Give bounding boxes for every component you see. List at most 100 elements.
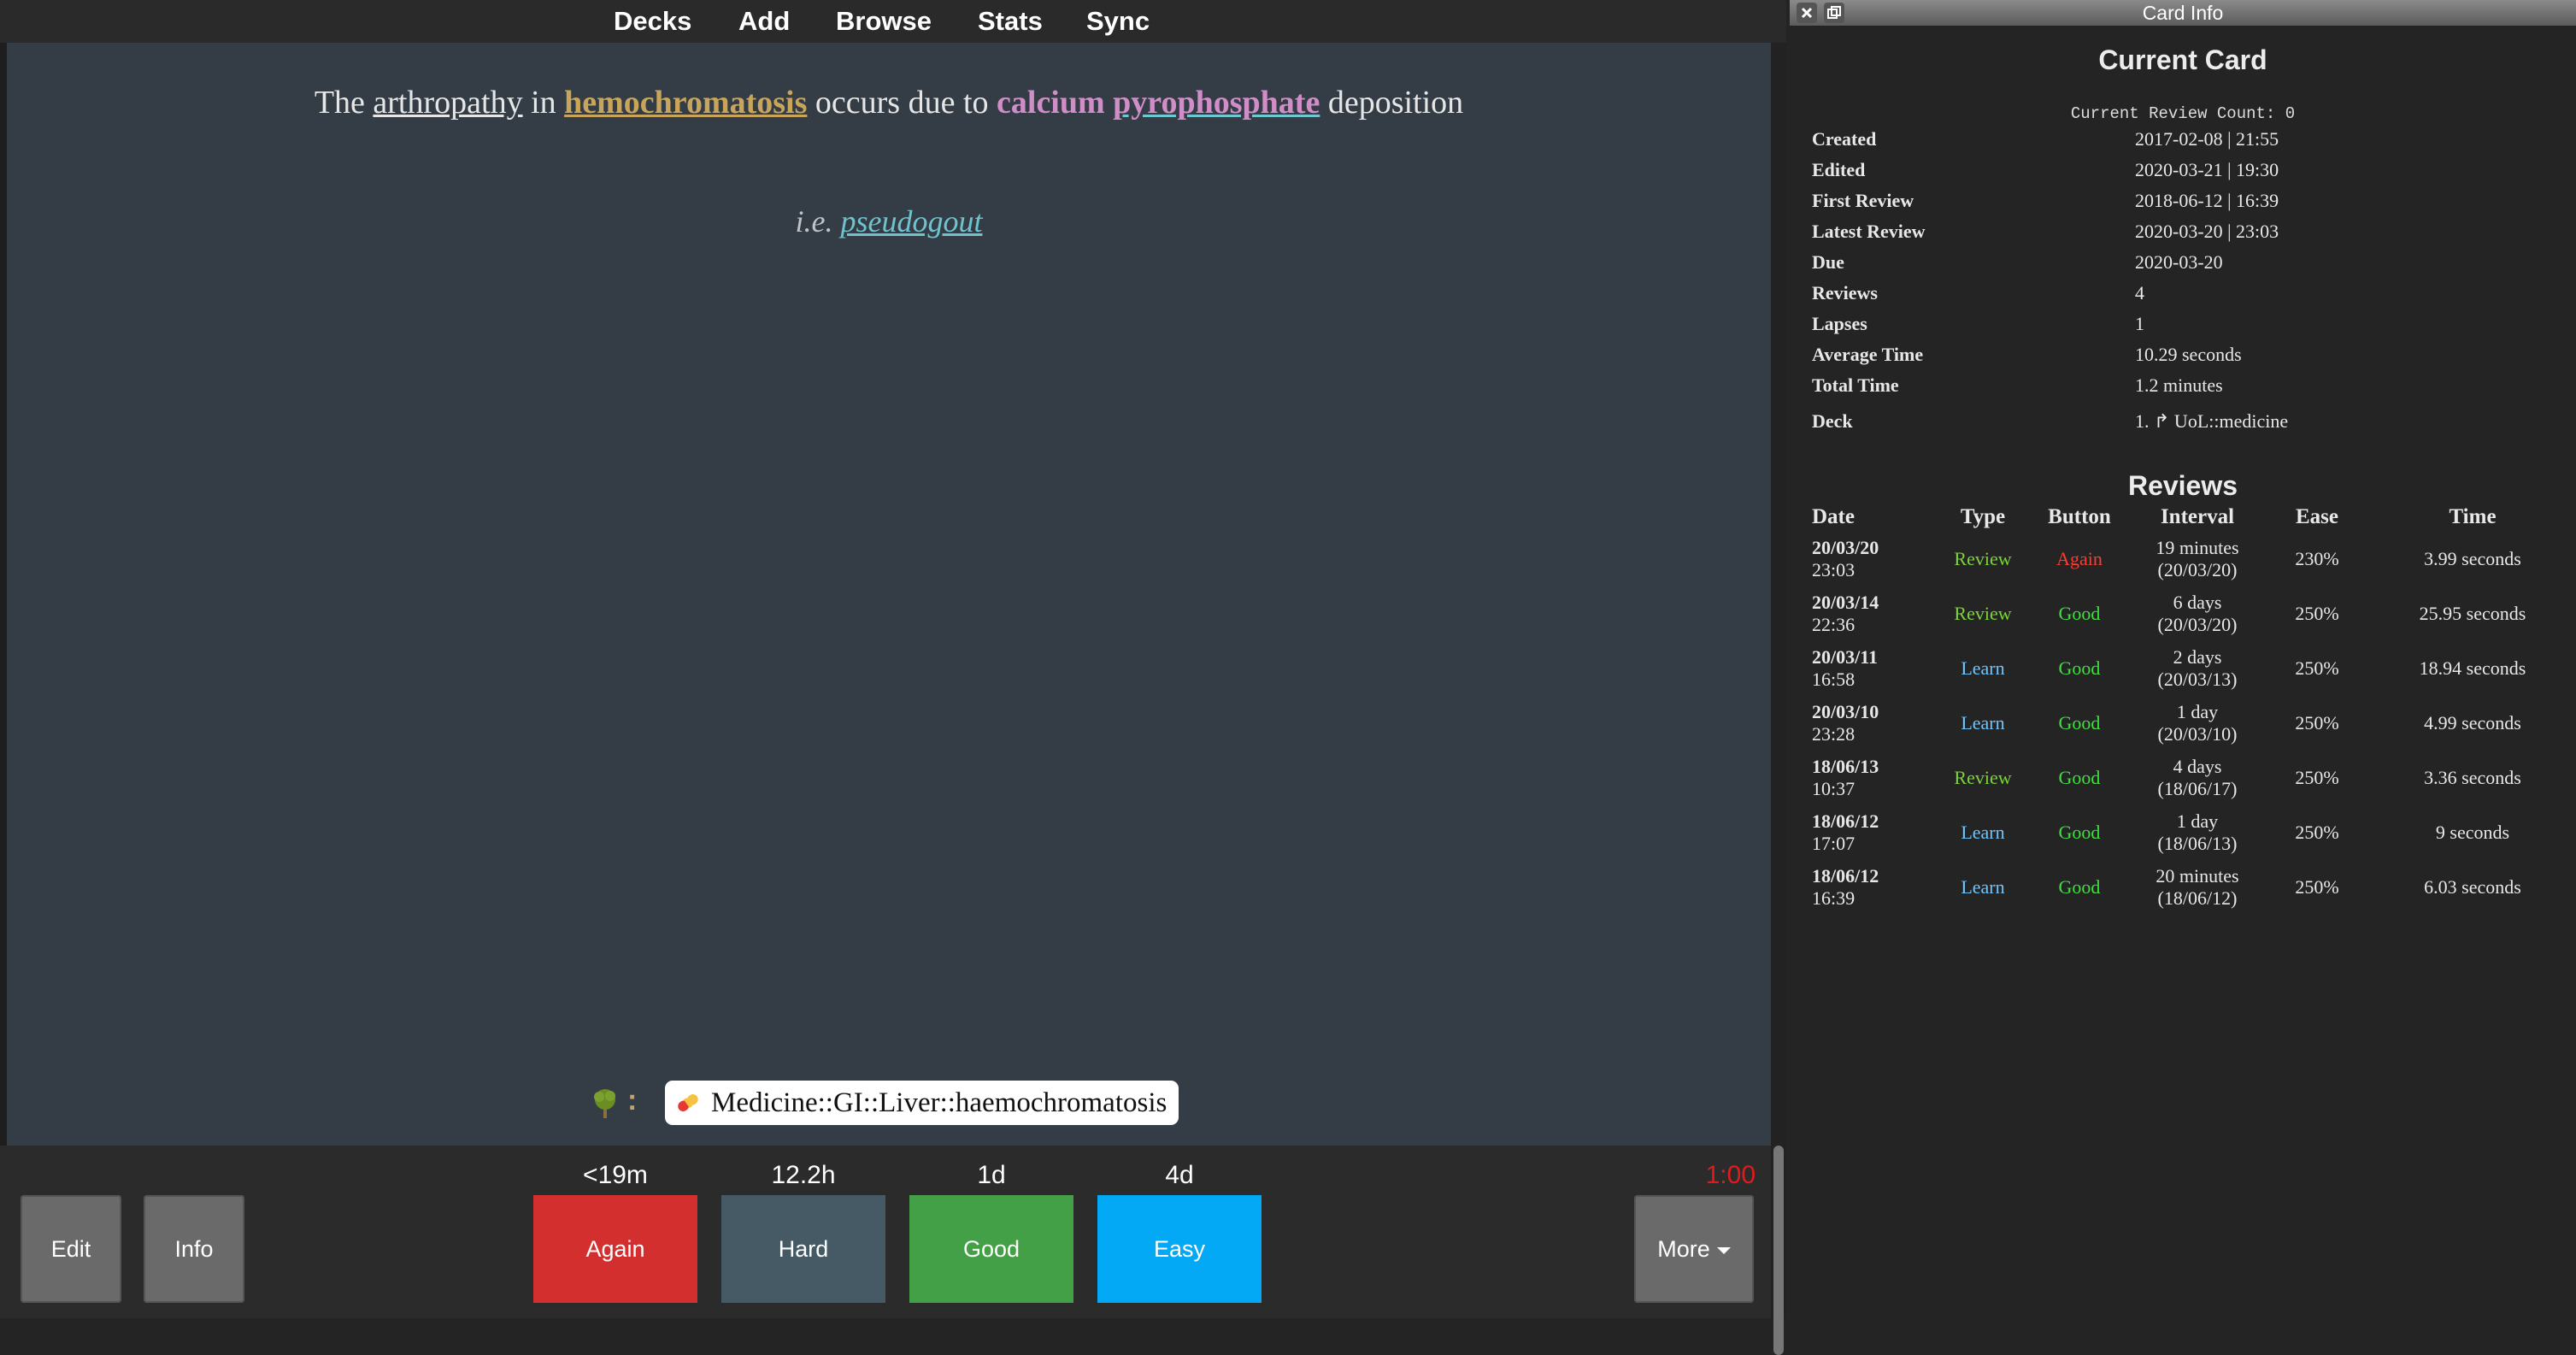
cell-type: Learn: [1961, 822, 2005, 843]
answer-bar: Edit Info <19m 12.2h 1d 4d Again Hard Go…: [0, 1146, 1786, 1318]
col-button: Button: [2048, 505, 2111, 528]
app-root: Decks Add Browse Stats Sync The arthropa…: [0, 0, 2576, 1355]
easy-interval: 4d: [1165, 1161, 1194, 1189]
cell-ease: 250%: [2295, 767, 2339, 788]
review-count: Current Review Count: 0: [2070, 104, 2296, 123]
hard-interval: 12.2h: [771, 1161, 836, 1189]
cell-ease: 250%: [2295, 712, 2339, 733]
panel-titlebar: Card Info: [1790, 0, 2576, 26]
info-label: Reviews: [1812, 282, 1878, 303]
more-button[interactable]: More: [1634, 1195, 1754, 1303]
cell-date: 18/06/13 10:37: [1812, 751, 1940, 805]
term-hemochromatosis: hemochromatosis: [564, 85, 808, 121]
interval-text: 1 day: [2176, 810, 2219, 832]
info-row: Edited 2020-03-21 | 19:30: [1812, 159, 2564, 188]
hard-button[interactable]: Hard: [721, 1195, 885, 1303]
interval-text: 19 minutes: [2155, 537, 2239, 558]
info-row: Deck 1. ↱ UoL::medicine: [1812, 410, 2564, 439]
cell-time: 3.99 seconds: [2424, 548, 2521, 569]
cell-button: Good: [2058, 712, 2101, 733]
info-label: First Review: [1812, 190, 1914, 211]
again-interval: <19m: [583, 1161, 648, 1189]
info-label: Lapses: [1812, 313, 1867, 334]
info-value: 2018-06-12 | 16:39: [2135, 190, 2279, 211]
reviews-body: 20/03/20 23:03 Review Again 19 minutes (20/03…: [1812, 532, 2573, 915]
info-label: Edited: [1812, 159, 1866, 180]
cell-interval: 1 day (20/03/10): [2133, 696, 2261, 751]
extra-prefix: i.e.: [795, 204, 833, 239]
deck-value[interactable]: 1. ↱ UoL::medicine: [2135, 410, 2288, 433]
scrollbar-thumb[interactable]: [1773, 1146, 1784, 1355]
easy-button[interactable]: Easy: [1097, 1195, 1262, 1303]
info-label: Total Time: [1812, 374, 1899, 396]
interval-text: 4 days: [2173, 756, 2222, 777]
nav-stats[interactable]: Stats: [978, 3, 1043, 39]
tag-chip[interactable]: Medicine::GI::Liver::haemochromatosis: [665, 1081, 1179, 1125]
card-area: The arthropathy in hemochromatosis occur…: [7, 43, 1771, 1146]
table-row: 20/03/10 23:28 Learn Good 1 day (20/03/10) 250…: [1812, 696, 2573, 751]
cell-button: Good: [2058, 603, 2101, 624]
info-value: 2017-02-08 | 21:55: [2135, 128, 2279, 150]
cell-type: Learn: [1961, 876, 2005, 898]
table-header: Date Type Button Interval Ease Time: [1812, 503, 2573, 532]
info-row: Latest Review 2020-03-20 | 23:03: [1812, 221, 2564, 250]
nav-browse[interactable]: Browse: [836, 3, 932, 39]
cell-time: 25.95 seconds: [2419, 603, 2526, 624]
cell-type: Learn: [1961, 657, 2005, 679]
cell-time: 6.03 seconds: [2424, 876, 2521, 898]
table-row: 20/03/14 22:36 Review Good 6 days (20/03/20) 2…: [1812, 586, 2573, 641]
info-row: Average Time 10.29 seconds: [1812, 344, 2564, 373]
col-ease: Ease: [2296, 505, 2338, 528]
info-label: Latest Review: [1812, 221, 1926, 242]
term-arthropathy: arthropathy: [373, 85, 523, 121]
cell-type: Review: [1954, 767, 2012, 788]
q-word: in: [531, 85, 556, 121]
info-value: 2020-03-21 | 19:30: [2135, 159, 2279, 180]
reviewer-window: Decks Add Browse Stats Sync The arthropa…: [0, 0, 1786, 1355]
cell-date: 20/03/20 23:03: [1812, 532, 1940, 586]
cell-button: Good: [2058, 876, 2101, 898]
reviews-table: Date Type Button Interval Ease Time 20/0…: [1812, 503, 2573, 915]
nav-add[interactable]: Add: [738, 3, 790, 39]
cell-interval: 6 days (20/03/20): [2133, 586, 2261, 641]
info-button[interactable]: Info: [144, 1195, 244, 1303]
current-card-heading: Current Card: [2098, 44, 2267, 75]
close-icon[interactable]: [1797, 3, 1817, 23]
card-question: The arthropathy in hemochromatosis occur…: [7, 84, 1771, 121]
interval-date: (18/06/12): [2157, 887, 2238, 909]
interval-date: (20/03/10): [2157, 723, 2238, 745]
float-window-icon[interactable]: [1824, 3, 1844, 23]
cell-date: 20/03/10 23:28: [1812, 696, 1940, 751]
nav-sync[interactable]: Sync: [1086, 3, 1150, 39]
info-value: 10.29 seconds: [2135, 344, 2242, 365]
interval-text: 1 day: [2176, 701, 2219, 722]
cell-type: Review: [1954, 548, 2012, 569]
col-date: Date: [1812, 505, 1855, 528]
table-row: 18/06/12 16:39 Learn Good 20 minutes (18/06/1…: [1812, 860, 2573, 915]
cell-time: 3.36 seconds: [2424, 767, 2521, 788]
q-word: deposition: [1327, 85, 1464, 121]
interval-date: (20/03/13): [2157, 669, 2238, 690]
again-button[interactable]: Again: [533, 1195, 697, 1303]
info-row: Due 2020-03-20: [1812, 251, 2564, 280]
edit-button[interactable]: Edit: [21, 1195, 121, 1303]
good-button[interactable]: Good: [909, 1195, 1073, 1303]
q-word: occurs due to: [815, 85, 989, 121]
cell-interval: 1 day (18/06/13): [2133, 805, 2261, 860]
cell-time: 18.94 seconds: [2419, 657, 2526, 679]
date-text: 20/03/14: [1812, 592, 1879, 613]
col-interval: Interval: [2160, 505, 2235, 528]
date-text: 18/06/13: [1812, 756, 1879, 777]
info-label: Deck: [1812, 410, 1853, 432]
nav-decks[interactable]: Decks: [614, 3, 691, 39]
col-time: Time: [2449, 505, 2497, 528]
clock-text: 23:03: [1812, 559, 1856, 580]
scrollbar[interactable]: [1771, 43, 1786, 1355]
more-label: More: [1657, 1236, 1710, 1262]
info-row: First Review 2018-06-12 | 16:39: [1812, 190, 2564, 219]
cell-ease: 250%: [2295, 876, 2339, 898]
cell-interval: 19 minutes (20/03/20): [2133, 532, 2261, 586]
pill-icon: [678, 1093, 698, 1112]
pseudogout-link[interactable]: pseudogout: [840, 204, 982, 239]
info-value: 2020-03-20: [2135, 251, 2223, 273]
